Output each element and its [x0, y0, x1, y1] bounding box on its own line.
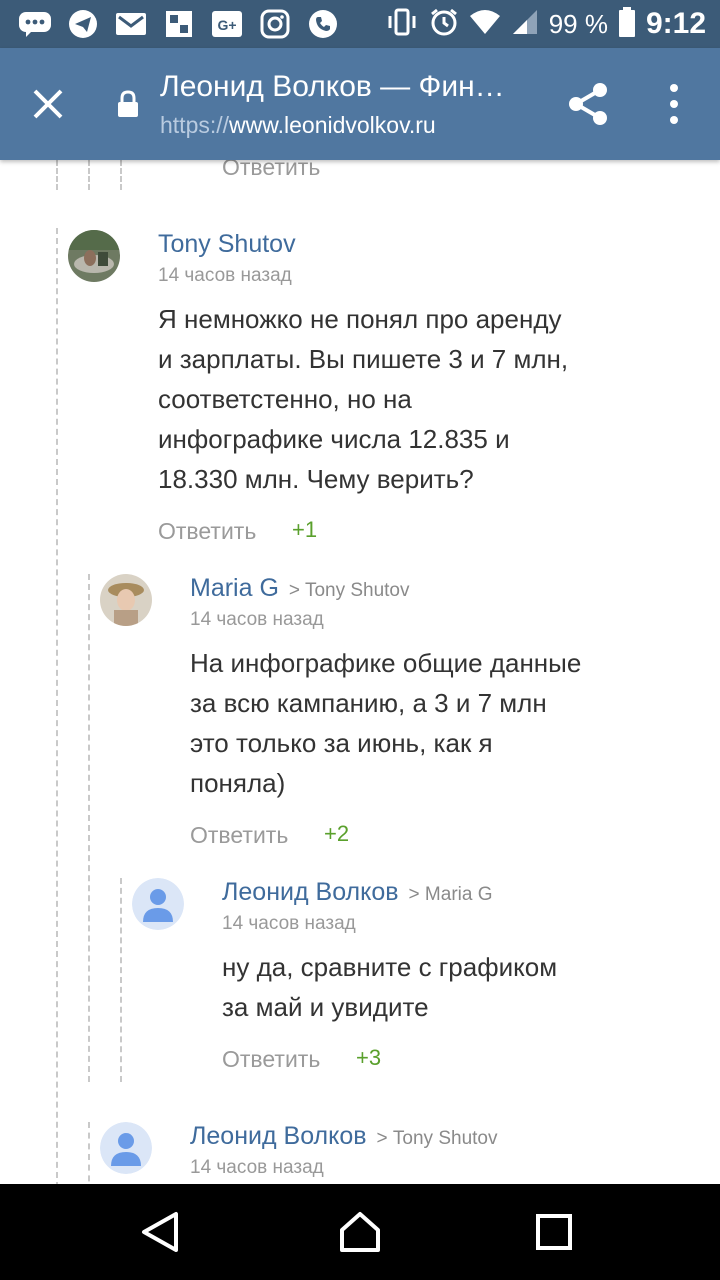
comment-text: На инфографике общие данные за всю кампа… — [190, 643, 630, 803]
system-status: 99 % 9:12 — [385, 6, 706, 42]
battery-percent: 99 % — [548, 8, 608, 39]
thread-line — [120, 878, 122, 1082]
comment-text: ну да, сравните с графиком за май и увид… — [222, 947, 642, 1027]
text-line: ну да, сравните с графиком — [222, 952, 558, 982]
browser-toolbar: Леонид Волков — Фин… https://www.leonidv… — [0, 48, 720, 160]
google-plus-icon: G+ — [210, 9, 244, 39]
text-line: за всю кампанию, а 3 и 7 млн — [190, 688, 547, 718]
text-line: 18.330 млн. Чему верить? — [158, 464, 474, 494]
comment-time: 14 часов назад — [190, 1157, 324, 1178]
comment-time: 14 часов назад — [158, 265, 292, 286]
thread-line — [88, 160, 90, 190]
vibrate-icon — [385, 8, 419, 40]
reply-button[interactable]: Ответить — [158, 518, 256, 545]
text-line: инфографике числа 12.835 и — [158, 424, 510, 454]
telegram-icon — [66, 9, 100, 39]
default-avatar-icon[interactable] — [132, 878, 184, 930]
svg-text:G+: G+ — [217, 17, 236, 33]
url-bar[interactable]: https://www.leonidvolkov.ru — [160, 112, 436, 139]
phone-icon — [306, 9, 340, 39]
reply-button[interactable]: Ответить — [190, 822, 288, 849]
author-name[interactable]: Леонид Волков — [190, 1122, 367, 1150]
text-line: поняла) — [190, 768, 286, 798]
comment-time: 14 часов назад — [222, 913, 356, 934]
comments-area: Ответить Tony Shutov 14 часов назад Я не… — [0, 160, 720, 1184]
navigation-bar — [0, 1184, 720, 1280]
thread-line — [56, 160, 58, 190]
instagram-icon — [258, 9, 292, 39]
thread-line — [88, 574, 90, 1082]
chat-icon — [18, 9, 52, 39]
recents-icon[interactable] — [532, 1210, 576, 1254]
wifi-icon — [469, 8, 501, 40]
comment-author: Леонид Волков > Maria G — [222, 878, 493, 907]
signal-icon — [511, 8, 539, 40]
default-avatar-icon[interactable] — [100, 1122, 152, 1174]
reply-to-link[interactable]: > Maria G — [409, 884, 493, 905]
avatar[interactable] — [100, 574, 152, 626]
close-icon[interactable] — [28, 84, 68, 124]
clock: 9:12 — [645, 7, 706, 40]
lock-icon — [116, 90, 140, 118]
text-line: На инфографике общие данные — [190, 648, 582, 678]
text-line: и зарплаты. Вы пишете 3 и 7 млн, — [158, 344, 569, 374]
notification-icons: G+ — [18, 8, 340, 40]
reply-to-link[interactable]: > Tony Shutov — [289, 580, 410, 601]
author-name[interactable]: Леонид Волков — [222, 878, 399, 906]
status-bar: G+ 99 % 9:12 — [0, 0, 720, 48]
vote-count[interactable]: +3 — [356, 1045, 381, 1071]
mail-icon — [114, 9, 148, 39]
comment-author: Maria G > Tony Shutov — [190, 574, 410, 603]
comment-author[interactable]: Tony Shutov — [158, 230, 296, 259]
text-line: за май и увидите — [222, 992, 429, 1022]
reply-to-link[interactable]: > Tony Shutov — [377, 1128, 498, 1149]
text-line: это только за июнь, как я — [190, 728, 493, 758]
thread-line — [120, 160, 122, 190]
text-line: соответстенно, но на — [158, 384, 412, 414]
back-icon[interactable] — [138, 1210, 182, 1254]
avatar[interactable] — [68, 230, 120, 282]
reply-button[interactable]: Ответить — [222, 1046, 320, 1073]
vote-count[interactable]: +1 — [292, 517, 317, 543]
page-title: Леонид Волков — Фин… — [160, 70, 505, 103]
comment-time: 14 часов назад — [190, 609, 324, 630]
reply-button[interactable]: Ответить — [222, 160, 320, 181]
overflow-menu-icon[interactable] — [660, 82, 688, 126]
url-scheme: https:// — [160, 112, 230, 138]
vote-count[interactable]: +2 — [324, 821, 349, 847]
gallery-icon — [162, 9, 196, 39]
comment-author: Леонид Волков > Tony Shutov — [190, 1122, 498, 1151]
url-host: www.leonidvolkov.ru — [229, 112, 436, 138]
thread-line — [88, 1122, 90, 1184]
home-icon[interactable] — [338, 1210, 382, 1254]
thread-line — [56, 228, 58, 1184]
alarm-icon — [429, 7, 459, 41]
author-name[interactable]: Maria G — [190, 574, 279, 602]
comment-text: Я немножко не понял про аренду и зарплат… — [158, 299, 628, 499]
text-line: Я немножко не понял про аренду — [158, 304, 562, 334]
share-icon[interactable] — [566, 80, 610, 128]
battery-icon — [618, 7, 636, 41]
